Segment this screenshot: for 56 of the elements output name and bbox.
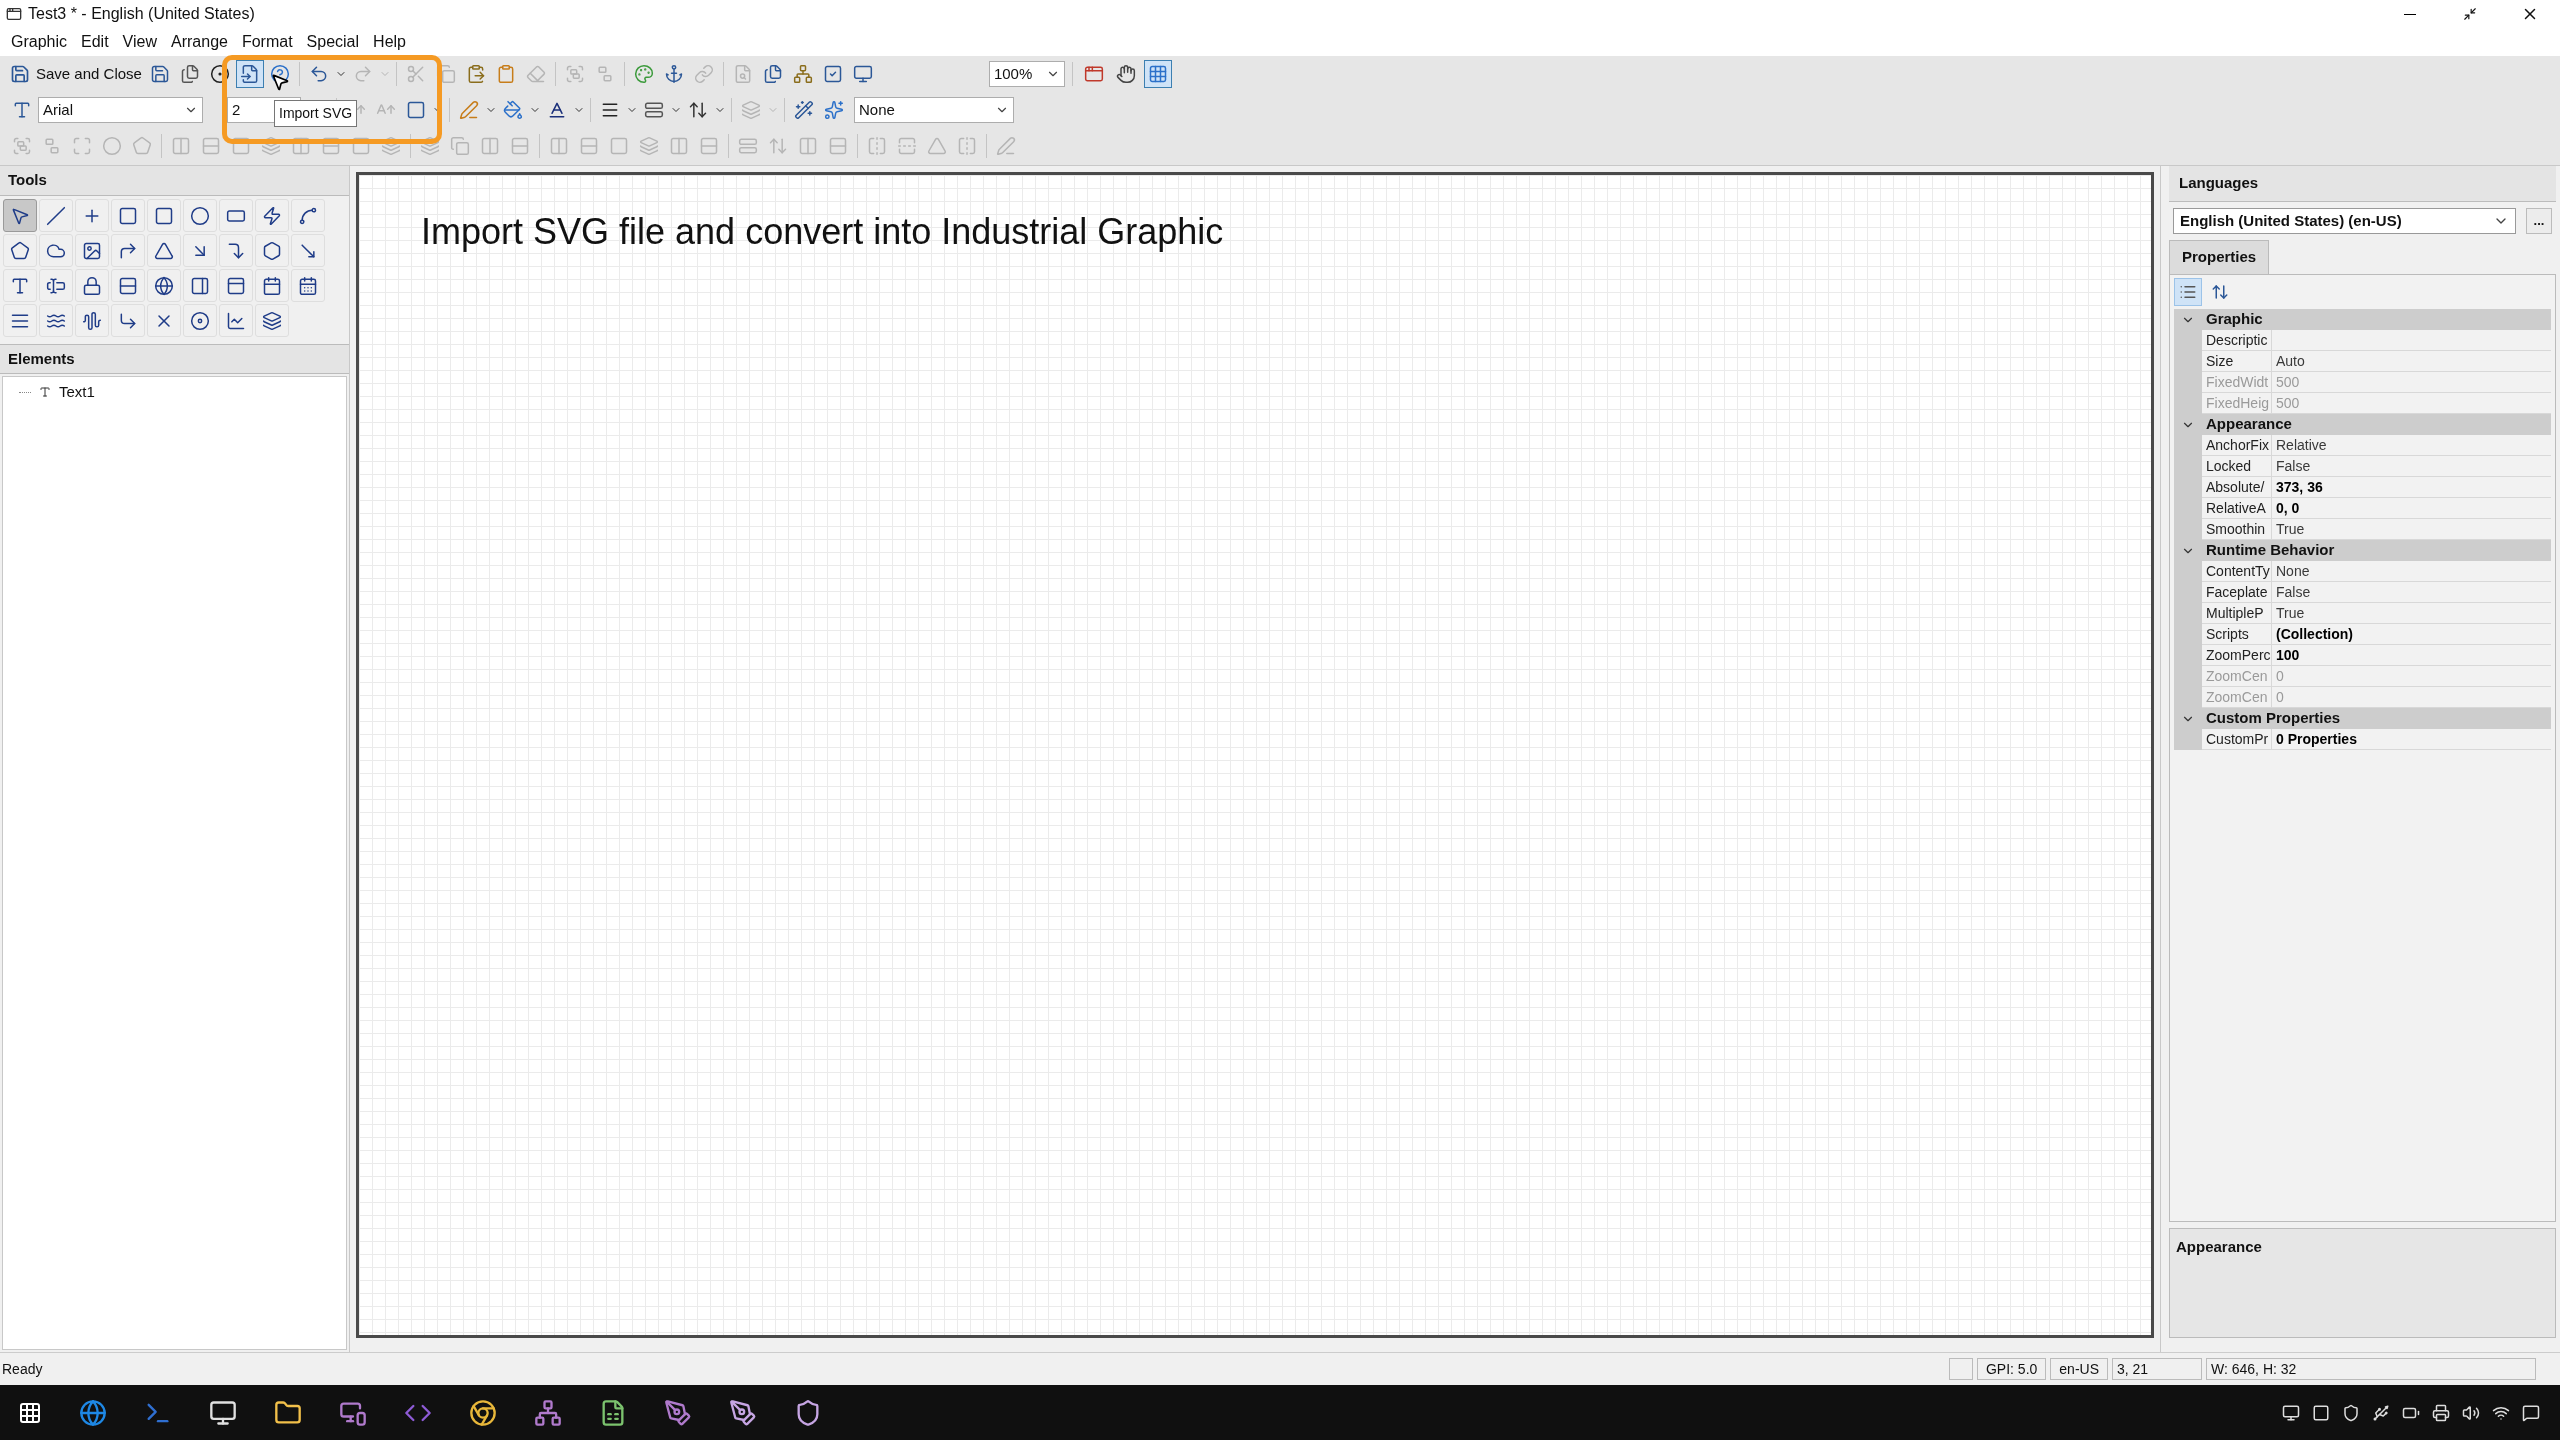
window-title: Test3 * - English (United States) — [28, 4, 255, 24]
property-value[interactable]: 100 — [2276, 647, 2300, 663]
menu-item[interactable]: Graphic — [4, 30, 75, 54]
menu-item[interactable]: Arrange — [164, 30, 235, 54]
property-category[interactable]: Runtime Behavior — [2174, 540, 2551, 561]
menu-item[interactable]: View — [115, 30, 164, 54]
panel-title: Languages — [2179, 173, 2259, 194]
property-value[interactable]: False — [2276, 458, 2311, 474]
status-position: 3, 21 — [2112, 1358, 2202, 1380]
property-name[interactable]: Size — [2202, 351, 2272, 372]
property-value[interactable]: Relative — [2276, 437, 2327, 453]
panel-title: Elements — [8, 348, 75, 369]
status-locale: en-US — [2050, 1358, 2108, 1380]
more-button[interactable]: ... — [2526, 208, 2552, 234]
property-value[interactable]: None — [2276, 563, 2310, 579]
status-size: W: 646, H: 32 — [2206, 1358, 2536, 1380]
menu-item[interactable]: Help — [366, 30, 413, 54]
property-name[interactable]: AnchorFix — [2202, 435, 2272, 456]
property-category[interactable]: Graphic — [2174, 309, 2551, 330]
property-value[interactable]: (Collection) — [2276, 626, 2353, 642]
style-dropdown[interactable]: None — [854, 97, 1014, 123]
save-and-close-button[interactable]: Save and Close — [8, 60, 144, 88]
font-dropdown[interactable]: Arial — [38, 97, 203, 123]
tooltip: Import SVG — [274, 100, 358, 127]
property-name[interactable]: Faceplate — [2202, 582, 2272, 603]
tree-item[interactable]: Text1 — [3, 381, 346, 403]
property-name[interactable]: ZoomPerc — [2202, 645, 2272, 666]
menu-item[interactable]: Edit — [74, 30, 116, 54]
status-message: Ready — [1, 1359, 44, 1379]
property-value[interactable]: True — [2276, 521, 2305, 537]
property-name[interactable]: MultipleP — [2202, 603, 2272, 624]
property-name[interactable]: Scripts — [2202, 624, 2272, 645]
property-category[interactable]: Custom Properties — [2174, 708, 2551, 729]
property-value[interactable]: True — [2276, 605, 2305, 621]
property-value[interactable]: 373, 36 — [2276, 479, 2323, 495]
canvas-text[interactable]: Import SVG file and convert into Industrial Graphic — [421, 211, 1224, 252]
property-value[interactable]: 0, 0 — [2276, 500, 2300, 516]
language-dropdown[interactable]: English (United States) (en-US) — [2173, 208, 2516, 234]
property-category[interactable]: Appearance — [2174, 414, 2551, 435]
property-value[interactable]: False — [2276, 584, 2311, 600]
property-name[interactable]: Locked — [2202, 456, 2272, 477]
property-value[interactable]: Auto — [2276, 353, 2305, 369]
property-name[interactable]: ContentTy — [2202, 561, 2272, 582]
canvas[interactable]: Import SVG file and convert into Industrial Graphic — [356, 172, 2154, 1338]
panel-title: Tools — [8, 170, 47, 191]
property-value[interactable]: 0 Properties — [2276, 731, 2357, 747]
menu-item[interactable]: Special — [299, 30, 367, 54]
zoom-dropdown[interactable]: 100% — [988, 61, 1065, 87]
properties-tab[interactable]: Properties — [2169, 240, 2270, 274]
property-name[interactable]: Absolute/ — [2202, 477, 2272, 498]
menu-item[interactable]: Format — [234, 30, 300, 54]
status-gpi: GPI: 5.0 — [1976, 1358, 2047, 1380]
property-name[interactable]: CustomPr — [2202, 729, 2272, 750]
description-title: Appearance — [2176, 1238, 2262, 1255]
property-name[interactable]: Descriptic — [2202, 330, 2272, 351]
property-name[interactable]: RelativeA — [2202, 498, 2272, 519]
